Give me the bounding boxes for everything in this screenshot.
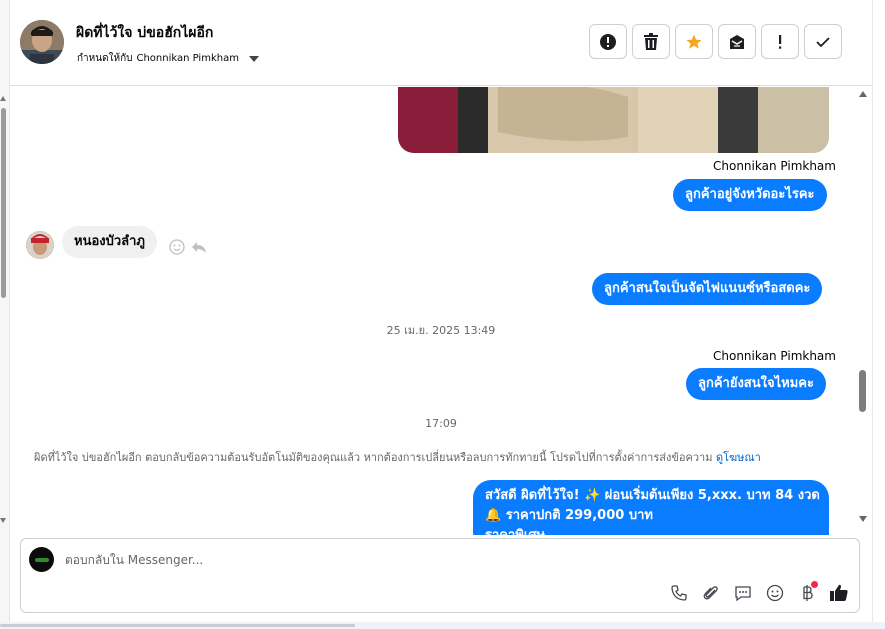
exclamation-circle-icon — [600, 33, 616, 50]
delete-button[interactable] — [632, 24, 670, 59]
sender-name: Chonnikan Pimkham — [713, 349, 836, 363]
message-bubble-incoming[interactable]: หนองบัวลำภู — [62, 226, 157, 258]
contact-name: ผิดที่ไว้ใจ บ่ขอฮักไผอีก — [76, 25, 214, 41]
scroll-down-arrow-icon[interactable] — [859, 516, 867, 522]
scroll-thumb[interactable] — [859, 370, 866, 412]
notification-dot — [811, 581, 818, 588]
assignee-name: Chonnikan Pimkham — [136, 53, 239, 64]
message-bubble-outgoing[interactable]: ลูกค้ายังสนใจไหมคะ — [686, 368, 826, 400]
assign-label: กำหนดให้กับ — [77, 53, 133, 64]
welcome-message-bubble[interactable]: สวัสดี ผิดที่ไว้ใจ! ✨ ผ่อนเริ่มต้นเพียง … — [473, 480, 829, 535]
header-actions — [589, 24, 842, 59]
phone-icon[interactable] — [667, 581, 691, 605]
horizontal-scroll-thumb[interactable] — [0, 624, 355, 627]
message-thread: Chonnikan Pimkham ลูกค้าอยู่จังหวัดอะไรค… — [10, 87, 872, 535]
reply-icon[interactable] — [191, 239, 207, 255]
emoji-icon[interactable] — [763, 581, 787, 605]
star-icon — [686, 34, 702, 49]
paperclip-icon[interactable] — [699, 581, 723, 605]
follow-up-button[interactable] — [761, 24, 799, 59]
welcome-line: สวัสดี ผิดที่ไว้ใจ! ✨ ผ่อนเริ่มต้นเพียง … — [485, 488, 820, 503]
message-actions — [169, 239, 207, 255]
welcome-line: ราคาพิเศษ... — [485, 526, 817, 535]
thumbs-up-icon[interactable] — [827, 581, 851, 605]
message-bubble-outgoing[interactable]: ลูกค้าอยู่จังหวัดอะไรคะ — [673, 179, 827, 211]
sender-name: Chonnikan Pimkham — [713, 159, 836, 173]
trash-icon — [644, 32, 658, 50]
shared-photo[interactable] — [398, 87, 829, 153]
view-ad-link[interactable]: ดูโฆษณา — [716, 451, 761, 464]
envelope-x-icon — [730, 34, 744, 49]
report-button[interactable] — [589, 24, 627, 59]
emoji-react-icon[interactable] — [169, 239, 185, 255]
message-timestamp: 25 เม.ย. 2025 13:49 — [386, 324, 496, 337]
star-button[interactable] — [675, 24, 713, 59]
conversation-header: ผิดที่ไว้ใจ บ่ขอฮักไผอีก กำหนดให้กับ Cho… — [10, 0, 872, 86]
reply-input[interactable] — [65, 553, 765, 567]
saved-reply-icon[interactable] — [731, 581, 755, 605]
scroll-up-arrow-icon[interactable] — [859, 91, 867, 97]
scroll-up-arrow-icon[interactable] — [0, 96, 6, 101]
mark-done-button[interactable] — [804, 24, 842, 59]
thread-scrollbar[interactable] — [855, 86, 871, 526]
exclamation-icon — [779, 34, 782, 49]
right-panel-edge — [872, 0, 885, 629]
checkmark-icon — [816, 36, 830, 47]
composer-tools — [667, 581, 851, 605]
spam-button[interactable] — [718, 24, 756, 59]
message-composer — [20, 538, 860, 613]
scroll-down-arrow-icon[interactable] — [0, 518, 6, 523]
auto-reply-notice: ผิดที่ไว้ใจ บ่ขอฮักไผอีก ตอบกลับข้อความต… — [34, 448, 761, 466]
page-avatar — [29, 547, 54, 572]
contact-avatar-small[interactable] — [26, 231, 54, 259]
assign-dropdown[interactable]: กำหนดให้กับ Chonnikan Pimkham — [77, 51, 259, 66]
chevron-down-icon[interactable] — [248, 55, 259, 62]
baht-icon[interactable] — [795, 581, 819, 605]
left-panel-scrollbar[interactable] — [0, 94, 8, 624]
scroll-thumb[interactable] — [1, 108, 6, 298]
welcome-line: 🔔 ราคาปกติ 299,000 บาท — [485, 508, 653, 523]
message-bubble-outgoing[interactable]: ลูกค้าสนใจเป็นจัดไฟแนนซ์หรือสดคะ — [592, 273, 823, 305]
message-timestamp: 17:09 — [425, 417, 457, 430]
contact-avatar[interactable] — [20, 20, 64, 64]
auto-reply-notice-text: ผิดที่ไว้ใจ บ่ขอฮักไผอีก ตอบกลับข้อความต… — [34, 451, 713, 464]
